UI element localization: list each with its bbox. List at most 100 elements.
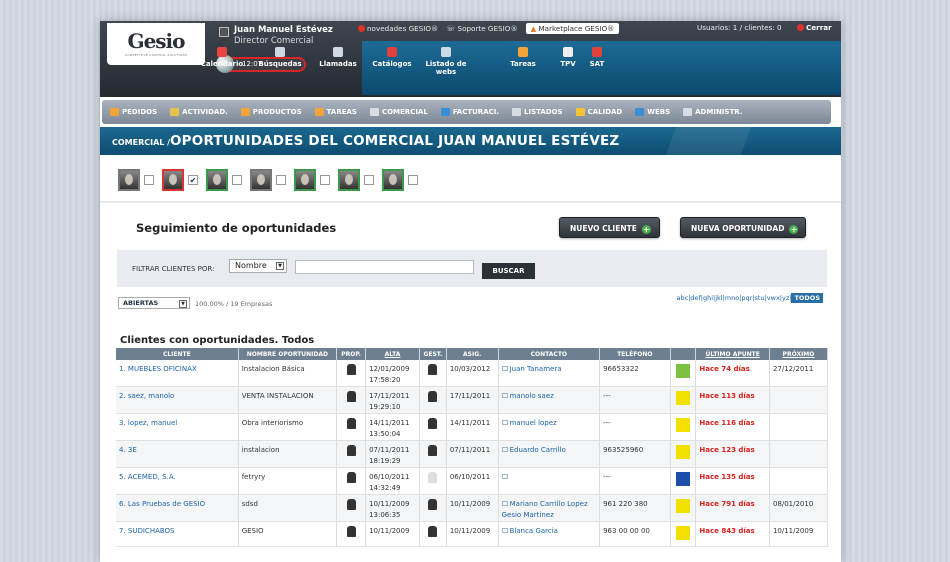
salesperson-checkbox[interactable] [276,175,286,185]
salesperson-0[interactable] [118,169,154,191]
user-icon[interactable] [346,418,356,429]
avatar[interactable] [250,169,272,191]
client-link[interactable]: 7. SUDICHABOS [119,527,175,535]
salesperson-2[interactable] [206,169,242,191]
contact-link[interactable]: Eduardo Carrillo [510,446,566,454]
table-row[interactable]: 1. MUEBLES OFICINAX Instalacion Básica 12/… [116,360,829,387]
menu-item-5[interactable]: FACTURACI. [440,108,499,116]
contact-line[interactable]: Eduardo Carrillo [501,445,596,456]
avatar[interactable] [162,169,184,191]
user-icon[interactable] [346,445,356,456]
new-opportunity-button[interactable]: NUEVA OPORTUNIDAD + [680,217,806,238]
mail-icon[interactable] [501,366,508,371]
quick-web-list[interactable]: Listado de webs [424,41,468,95]
contact-line[interactable]: Juan Tanamera [501,364,596,375]
contact-link[interactable]: Mariano Carrillo Lopez [510,500,588,508]
support-link[interactable]: ☏ Soporte GESIO® [446,24,517,33]
gesio-logo[interactable]: Gesio COMPETITIVE CONTROL SOLUTIONS [107,23,205,65]
column-header[interactable]: ALTA [365,348,420,360]
quick-tasks[interactable]: Tareas [501,41,545,95]
menu-item-8[interactable]: WEBS [635,108,670,116]
user-icon[interactable] [346,526,356,537]
contact-link[interactable]: manuel lopez [510,419,557,427]
user-icon[interactable] [428,445,438,456]
user-icon[interactable] [428,391,438,402]
mail-icon[interactable] [501,474,508,479]
client-link[interactable]: 6. Las Pruebas de GESIO [119,500,205,508]
contact-line[interactable]: manuel lopez [501,418,596,429]
alphabet-filter[interactable]: abc|def|ghi|jkl|mno|pqr|stu|vwx|yz| TODOS [677,293,823,303]
avatar[interactable] [118,169,140,191]
menu-item-7[interactable]: CALIDAD [575,108,622,116]
mail-icon[interactable] [501,528,508,533]
news-link[interactable]: novedades GESIO® [358,24,438,33]
menu-item-9[interactable]: ADMINISTR. [683,108,742,116]
user-icon[interactable] [428,418,438,429]
salesperson-1[interactable]: ✔ [162,169,198,191]
user-icon[interactable] [346,391,356,402]
logout-button[interactable]: Cerrar [797,23,832,32]
avatar[interactable] [382,169,404,191]
table-row[interactable]: 7. SUDICHABOS GESIO 10/11/2009 10/11/2009 Bl… [116,521,829,547]
mail-icon[interactable] [501,447,508,452]
user-icon[interactable] [428,499,438,510]
user-icon[interactable] [346,499,356,510]
quick-calendar[interactable]: Calendario [200,41,244,95]
contact-link[interactable]: Blanca Garcia [510,527,558,535]
status-select[interactable]: ABIERTAS ▼ [118,297,190,309]
menu-item-3[interactable]: TAREAS [314,108,357,116]
client-link[interactable]: 5. ACEMED, S.A. [119,473,176,481]
user-icon[interactable] [428,526,438,537]
table-row[interactable]: 6. Las Pruebas de GESIO sdsd 10/11/2009 13:… [116,494,829,522]
table-row[interactable]: 4. 3E instalacion 07/11/2011 18:19:29 07/11/… [116,440,829,468]
client-link[interactable]: 1. MUEBLES OFICINAX [119,365,197,373]
marketplace-link[interactable]: ▲ Marketplace GESIO® [525,23,620,34]
user-icon[interactable] [346,364,356,375]
avatar[interactable] [294,169,316,191]
mail-icon[interactable] [501,501,508,506]
menu-item-4[interactable]: COMERCIAL [369,108,428,116]
contact-link[interactable]: manolo saez [510,392,554,400]
contact-line[interactable]: Mariano Carrillo Lopez [501,499,596,510]
filter-search-input[interactable] [295,260,474,274]
avatar[interactable] [206,169,228,191]
breadcrumb[interactable]: COMERCIAL / [112,138,170,147]
contact-link-secondary[interactable]: Gesio Martinez [502,510,596,521]
all-filter-button[interactable]: TODOS [791,293,823,303]
user-icon[interactable] [428,472,438,483]
new-client-button[interactable]: NUEVO CLIENTE + [559,217,660,238]
quick-sat[interactable]: SAT [575,41,619,95]
menu-item-1[interactable]: ACTIVIDAD. [170,108,228,116]
client-link[interactable]: 2. saez, manolo [119,392,174,400]
salesperson-4[interactable] [294,169,330,191]
quick-phone[interactable]: Llamadas [316,41,360,95]
salesperson-checkbox[interactable] [408,175,418,185]
avatar[interactable] [338,169,360,191]
salesperson-checkbox[interactable] [364,175,374,185]
salesperson-6[interactable] [382,169,418,191]
mail-icon[interactable] [501,393,508,398]
table-row[interactable]: 5. ACEMED, S.A. fetryry 06/10/2011 14:32:49… [116,467,829,495]
user-icon[interactable] [346,472,356,483]
salesperson-5[interactable] [338,169,374,191]
contact-line[interactable]: manolo saez [501,391,596,402]
salesperson-checkbox[interactable] [144,175,154,185]
menu-item-0[interactable]: PEDIDOS [110,108,157,116]
column-header[interactable]: ÚLTIMO APUNTE [695,348,770,360]
contact-line[interactable] [501,472,596,483]
contact-link[interactable]: Juan Tanamera [510,365,562,373]
contact-line[interactable]: Blanca Garcia [501,526,596,537]
table-row[interactable]: 3. lopez, manuel Obra interiorismo 14/11/2… [116,413,829,441]
quick-catalog[interactable]: Catálogos [370,41,414,95]
salesperson-checkbox[interactable]: ✔ [188,175,198,185]
client-link[interactable]: 3. lopez, manuel [119,419,177,427]
quick-search[interactable]: Búsquedas [258,41,302,95]
filter-field-select[interactable]: Nombre ▼ [229,259,287,273]
column-header[interactable]: PRÓXIMO [769,348,829,360]
user-icon[interactable] [428,364,438,375]
salesperson-checkbox[interactable] [232,175,242,185]
mail-icon[interactable] [501,420,508,425]
menu-item-6[interactable]: LISTADOS [512,108,563,116]
client-link[interactable]: 4. 3E [119,446,137,454]
table-row[interactable]: 2. saez, manolo VENTA INSTALACION 17/11/20… [116,386,829,414]
